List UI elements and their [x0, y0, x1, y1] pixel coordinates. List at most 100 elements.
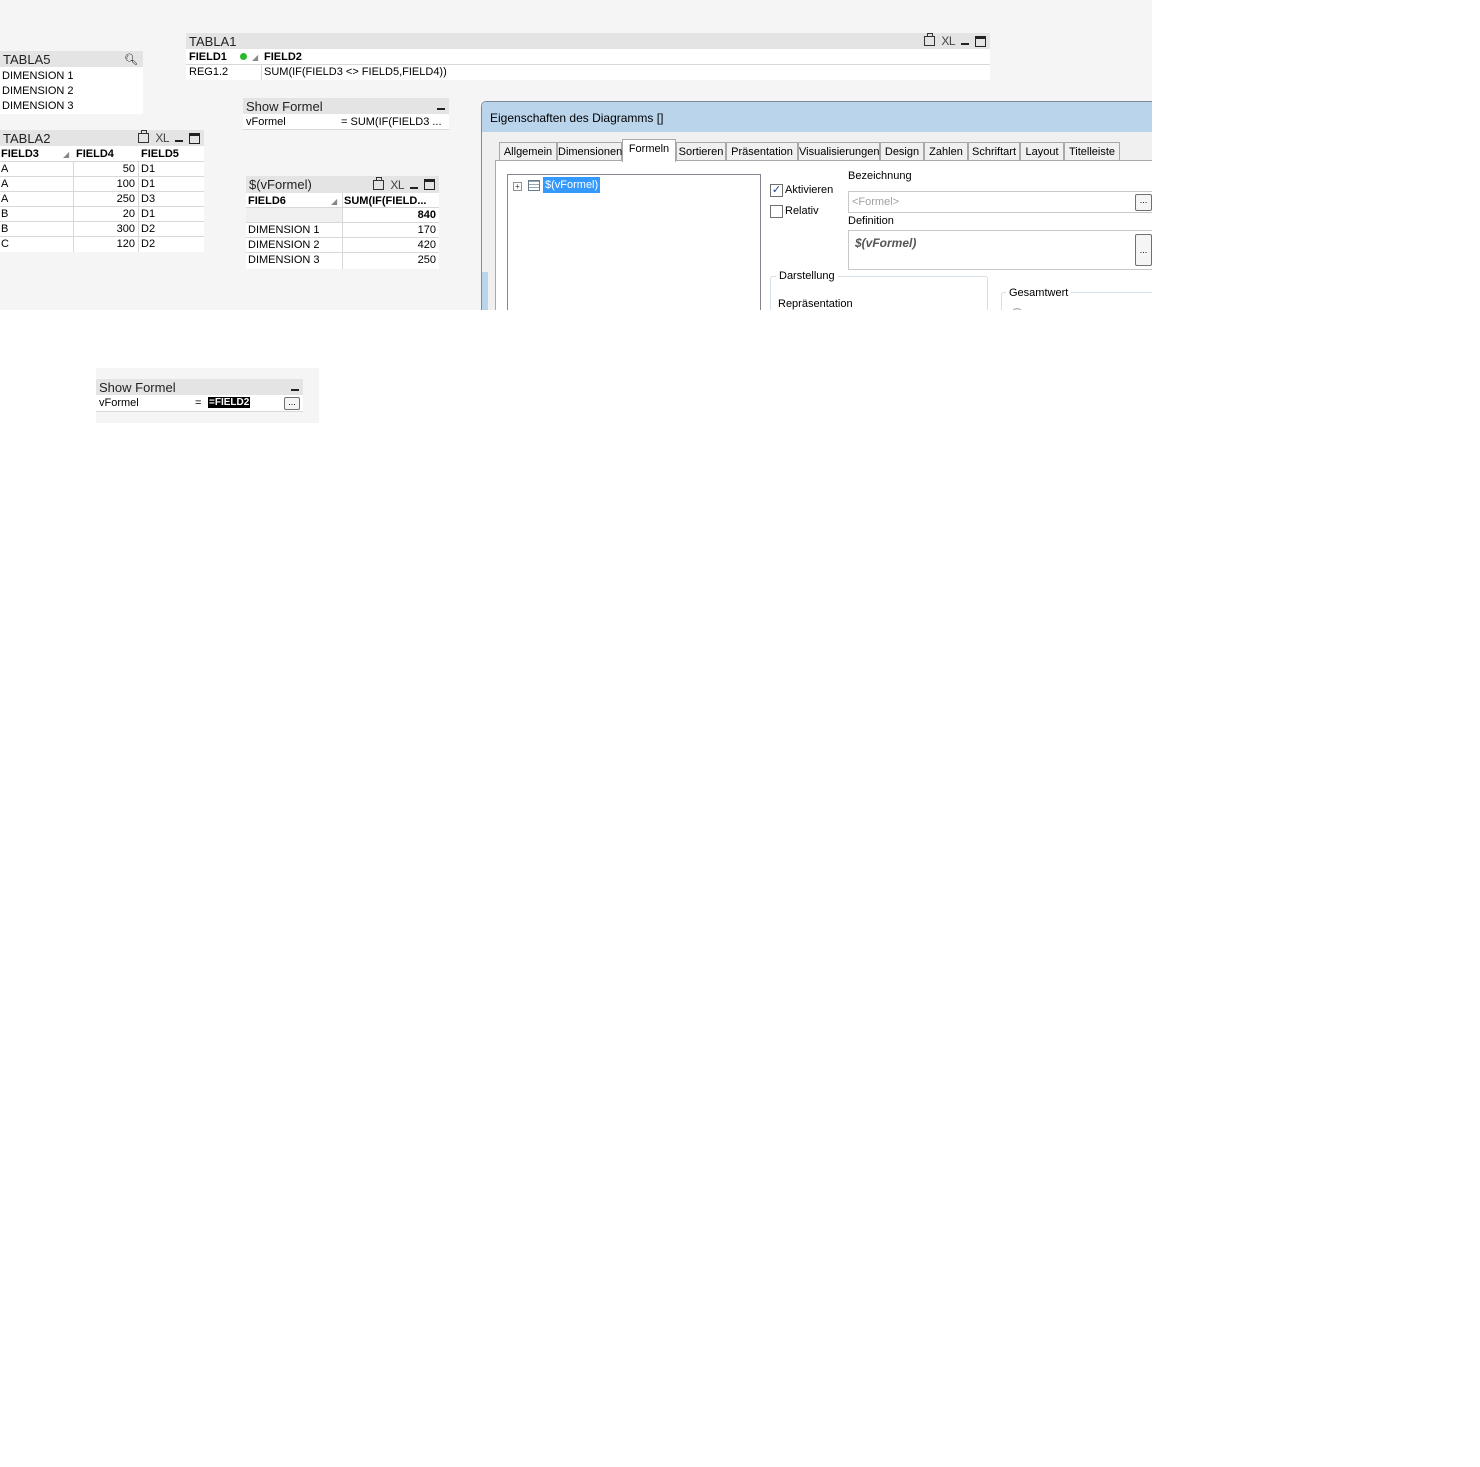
definition-input[interactable]: $(vFormel) ...: [848, 230, 1152, 270]
dialog-title: Eigenschaften des Diagramms []: [490, 111, 664, 125]
selected-text: =FIELD2: [208, 397, 251, 408]
tabla5-title: TABLA5: [3, 52, 51, 67]
excel-export-icon[interactable]: XL: [941, 34, 955, 48]
bezeichnung-expression-button[interactable]: ...: [1135, 194, 1152, 211]
tabla2-caption[interactable]: TABLA2 XL: [0, 130, 204, 146]
excel-export-icon[interactable]: XL: [155, 131, 169, 145]
column-header-field5[interactable]: FIELD5: [141, 148, 179, 160]
sort-indicator-icon: ◢: [63, 150, 70, 159]
tab-allgemein[interactable]: Allgemein: [499, 142, 557, 161]
tabla2-tablebox[interactable]: TABLA2 XL FIELD3 ◢ FIELD4 FIELD5 A 50 D1 A 1…: [0, 130, 204, 252]
tree-item-vformel[interactable]: $(vFormel): [543, 177, 601, 193]
definition-expression-button[interactable]: ...: [1135, 234, 1152, 266]
tabla5-caption[interactable]: TABLA5 🔍︎: [0, 51, 143, 67]
column-header-sum[interactable]: SUM(IF(FIELD...: [344, 195, 436, 207]
variable-edit-field[interactable]: =FIELD2: [207, 396, 282, 410]
edit-expression-button[interactable]: ...: [284, 397, 300, 410]
show-formel-edit-panel: Show Formel vFormel = =FIELD2 ...: [96, 368, 319, 423]
tab-design[interactable]: Design: [880, 142, 924, 161]
tab-formeln[interactable]: Formeln: [622, 139, 676, 162]
tabla1-tablebox[interactable]: TABLA1 XL FIELD1 ◢ FIELD2 REG1.2 SUM(IF(…: [186, 33, 990, 80]
tabla1-caption[interactable]: TABLA1 XL: [186, 33, 990, 49]
aktivieren-checkbox[interactable]: ✓: [770, 184, 783, 197]
table-cell: 170: [417, 224, 436, 236]
table-cell: 120: [116, 238, 135, 250]
relativ-checkbox[interactable]: [770, 205, 783, 218]
repraesentation-label: Repräsentation: [778, 298, 853, 310]
bezeichnung-label: Bezeichnung: [848, 170, 912, 182]
variable-value[interactable]: = SUM(IF(FIELD3 ...: [341, 116, 442, 128]
list-item[interactable]: DIMENSION 2: [2, 85, 74, 97]
tabla5-listbox[interactable]: TABLA5 🔍︎ DIMENSION 1 DIMENSION 2 DIMENS…: [0, 51, 143, 114]
table-cell: D2: [141, 223, 156, 235]
minimize-icon[interactable]: [410, 186, 418, 189]
list-item[interactable]: DIMENSION 1: [2, 70, 74, 82]
list-item[interactable]: DIMENSION 3: [2, 100, 74, 112]
variable-label: vFormel: [99, 397, 139, 409]
green-status-dot-icon: [240, 53, 247, 60]
table-cell: D1: [141, 208, 156, 220]
table-cell: D2: [141, 238, 156, 250]
total-value: 840: [417, 209, 436, 221]
show-formel-title: Show Formel: [246, 99, 323, 114]
table-cell: REG1.2: [189, 66, 229, 78]
column-header-field4[interactable]: FIELD4: [76, 148, 114, 160]
sort-indicator-icon: ◢: [331, 197, 338, 206]
tab-sortieren[interactable]: Sortieren: [676, 142, 726, 161]
tab-dimensionen[interactable]: Dimensionen: [557, 142, 622, 161]
tab-zahlen[interactable]: Zahlen: [924, 142, 968, 161]
tab-layout[interactable]: Layout: [1020, 142, 1064, 161]
minimize-icon[interactable]: [437, 108, 445, 110]
minimize-icon[interactable]: [175, 140, 183, 142]
show-formel-caption[interactable]: Show Formel: [243, 98, 449, 114]
tabla2-title: TABLA2: [3, 131, 51, 146]
show-formel-inputbox-edit[interactable]: Show Formel vFormel = =FIELD2 ...: [96, 379, 303, 412]
minimize-icon[interactable]: [291, 389, 299, 391]
variable-label: vFormel: [246, 116, 286, 128]
excel-export-icon[interactable]: XL: [390, 178, 404, 192]
column-header-field2[interactable]: FIELD2: [264, 51, 302, 63]
maximize-icon[interactable]: [189, 132, 200, 144]
show-formel-caption[interactable]: Show Formel: [96, 379, 303, 395]
table-cell: B: [1, 208, 9, 220]
print-icon[interactable]: [373, 176, 385, 190]
expand-icon[interactable]: +: [513, 182, 522, 191]
vformel-caption[interactable]: $(vFormel) XL: [246, 176, 439, 193]
tab-visualisierungen[interactable]: Visualisierungen: [798, 142, 880, 161]
table-cell: 100: [116, 178, 135, 190]
show-formel-title: Show Formel: [99, 380, 176, 395]
table-cell: A: [1, 193, 9, 205]
print-icon[interactable]: [924, 33, 936, 46]
tabla1-title: TABLA1: [189, 34, 237, 49]
print-icon[interactable]: [138, 130, 150, 143]
column-header-field3[interactable]: FIELD3: [1, 148, 39, 160]
table-cell: B: [1, 223, 9, 235]
table-cell: C: [1, 238, 9, 250]
sort-indicator-icon: ◢: [252, 53, 259, 62]
table-cell: 20: [122, 208, 135, 220]
minimize-icon[interactable]: [961, 43, 969, 45]
table-cell: 300: [116, 223, 135, 235]
column-header-field6[interactable]: FIELD6: [248, 195, 286, 207]
vformel-title: $(vFormel): [249, 177, 312, 192]
search-icon[interactable]: 🔍︎: [124, 53, 138, 66]
dialog-titlebar[interactable]: Eigenschaften des Diagramms []: [482, 102, 1152, 132]
table-cell: 420: [417, 239, 436, 251]
table-cell: DIMENSION 2: [248, 239, 320, 251]
maximize-icon[interactable]: [975, 35, 986, 47]
table-cell: D1: [141, 178, 156, 190]
definition-value: $(vFormel): [855, 236, 917, 250]
show-formel-inputbox[interactable]: Show Formel vFormel = SUM(IF(FIELD3 ...: [243, 98, 449, 130]
column-header-field1[interactable]: FIELD1: [189, 51, 227, 63]
chart-properties-dialog[interactable]: Eigenschaften des Diagramms [] Allgemein…: [481, 101, 1152, 310]
tab-pr-sentation[interactable]: Präsentation: [726, 142, 798, 161]
bezeichnung-input[interactable]: <Formel> ...: [848, 191, 1152, 213]
tab-schriftart[interactable]: Schriftart: [968, 142, 1020, 161]
vformel-straight-table[interactable]: $(vFormel) XL FIELD6 ◢ SUM(IF(FIELD... 8…: [246, 176, 439, 269]
expression-tree[interactable]: + $(vFormel): [507, 174, 761, 310]
tab-titelleiste[interactable]: Titelleiste: [1064, 142, 1120, 161]
aktivieren-label: Aktivieren: [785, 184, 834, 196]
qlikview-sheet: TABLA5 🔍︎ DIMENSION 1 DIMENSION 2 DIMENS…: [0, 0, 1152, 310]
table-cell: D3: [141, 193, 156, 205]
maximize-icon[interactable]: [424, 179, 435, 190]
